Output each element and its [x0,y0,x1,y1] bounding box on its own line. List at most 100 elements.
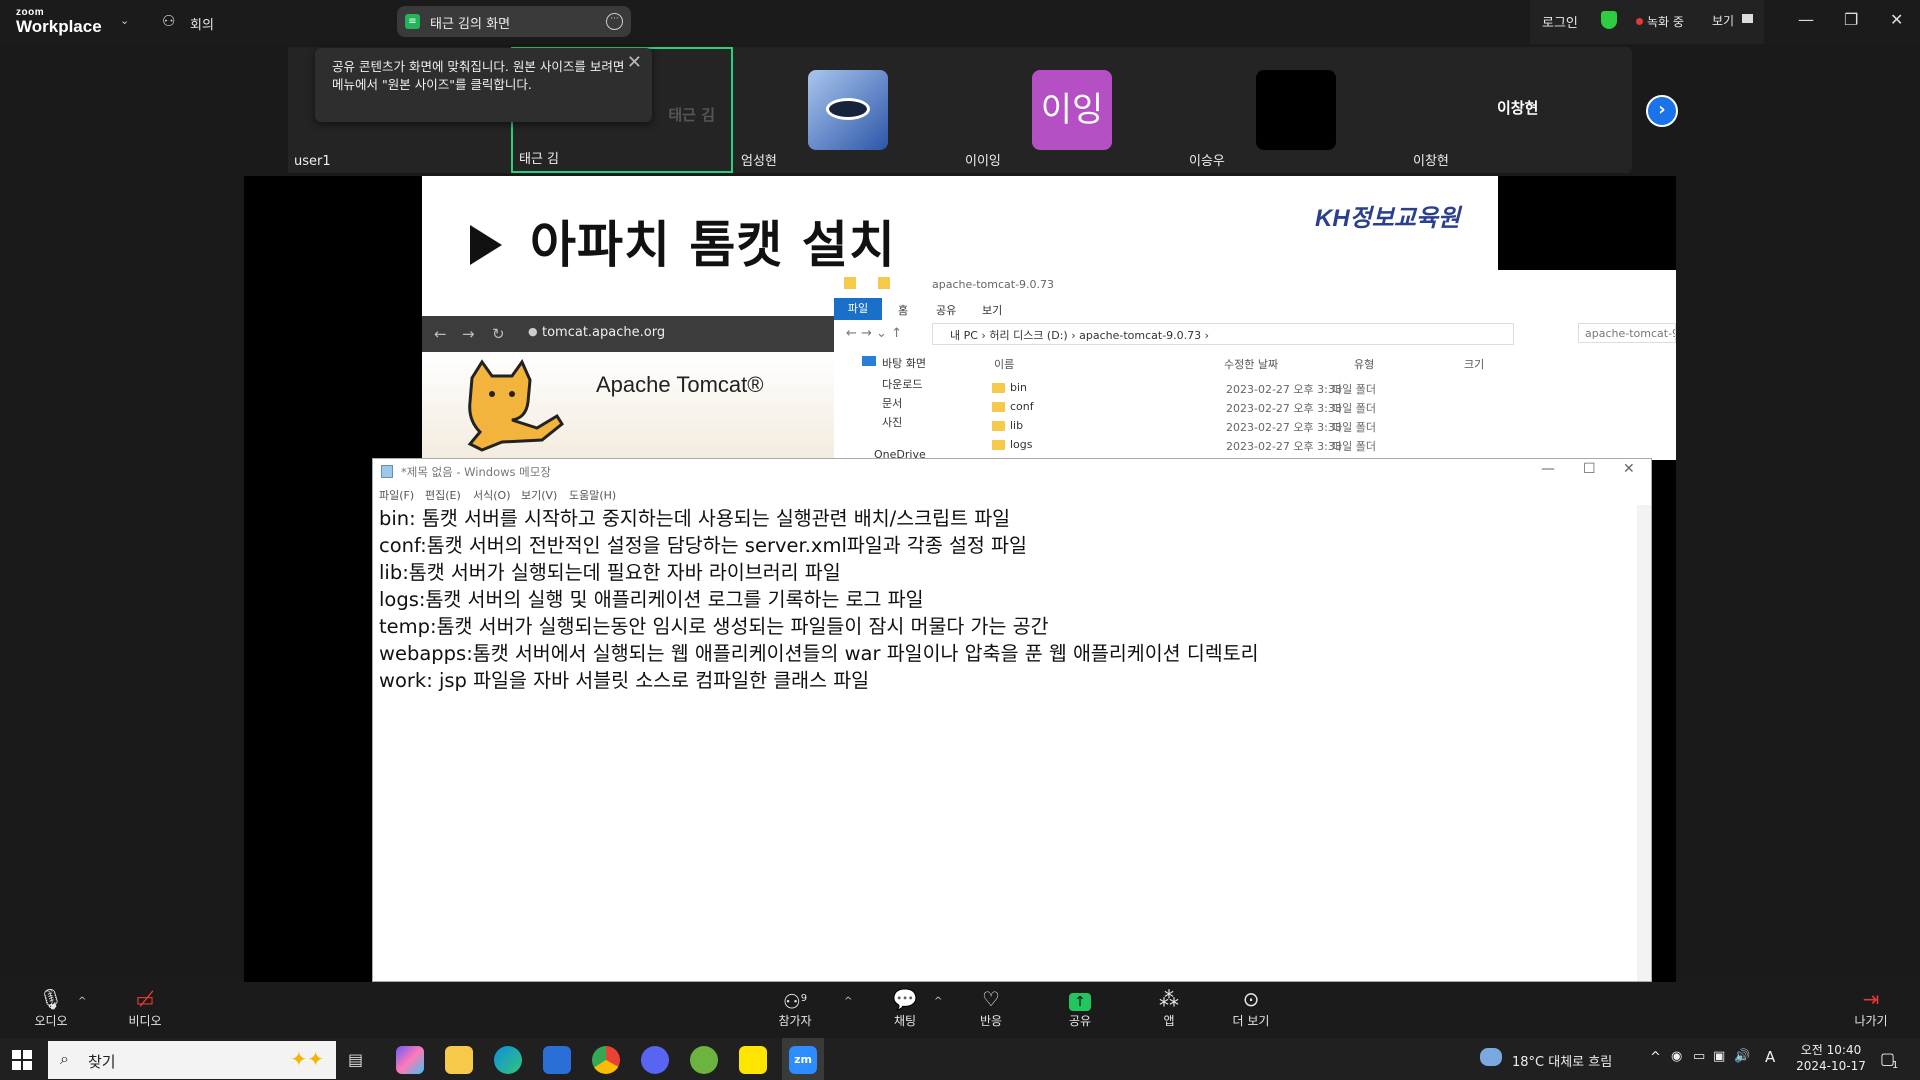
meeting-people-icon[interactable]: ⚇ [162,12,175,30]
url-text: tomcat.apache.org [542,325,666,340]
spring-tools-icon[interactable] [690,1046,718,1074]
participant-tile[interactable]: 이잉 이이잉 [959,47,1181,173]
participant-tile[interactable]: 이창현 이창현 [1407,47,1629,173]
next-page-button[interactable]: › [1646,95,1678,127]
meeting-label[interactable]: 회의 [190,14,214,33]
nav-item-documents[interactable]: 문서 [882,395,902,411]
breadcrumb-item[interactable]: 허리 디스크 (D:) [989,329,1067,342]
participants-icon: ⚇9 [782,989,808,1014]
reload-icon[interactable]: ↻ [492,325,505,343]
clock-date[interactable]: 2024-10-17 [1796,1059,1866,1073]
ribbon-tab-view[interactable]: 보기 [982,302,1002,318]
ribbon-tab-home[interactable]: 홈 [898,302,908,318]
breadcrumb-item[interactable]: 내 PC [950,329,978,342]
menu-edit[interactable]: 편집(E) [425,487,461,503]
column-header-name[interactable]: 이름 [994,356,1014,372]
ribbon-tab-file[interactable]: 파일 [834,298,882,320]
participant-tile[interactable]: 엄성현 [735,47,957,173]
explorer-search-input[interactable]: apache-tomcat-9.0 [1578,323,1676,343]
kakaotalk-icon[interactable] [739,1046,767,1074]
leave-button[interactable]: ⇥ 나가기 [1836,988,1906,1029]
chevron-up-icon[interactable]: ^ [934,996,942,1007]
back-arrow-icon[interactable]: ← [434,325,447,343]
edge-icon[interactable] [494,1046,522,1074]
copilot-icon[interactable] [396,1046,424,1074]
taskbar-search[interactable]: ⌕ 찾기 ✦✦ [48,1041,336,1079]
chat-button[interactable]: 💬 채팅 [870,988,940,1029]
network-icon[interactable]: ▣ [1713,1049,1725,1064]
list-item[interactable]: bin 2023-02-27 오후 3:33 파일 폴더 [992,380,1552,398]
notepad-text-area[interactable]: bin: 톰캣 서버를 시작하고 중지하는데 사용되는 실행관련 배치/스크립트… [379,505,1619,694]
list-item[interactable]: conf 2023-02-27 오후 3:33 파일 폴더 [992,399,1552,417]
chrome-icon[interactable] [592,1046,620,1074]
nav-item-desktop[interactable]: 바탕 화면 [882,355,926,371]
weather-text[interactable]: 18°C 대체로 흐림 [1512,1051,1612,1070]
folder-icon [992,440,1005,450]
menu-file[interactable]: 파일(F) [379,487,414,503]
chevron-up-icon[interactable]: ^ [844,996,852,1007]
file-type: 파일 폴더 [1332,383,1376,396]
menu-format[interactable]: 서식(O) [473,487,510,503]
restore-icon[interactable]: ☐ [1583,461,1596,477]
reactions-button[interactable]: ♡ 반응 [956,988,1026,1029]
more-options-icon[interactable]: ··· [606,13,623,30]
restore-icon[interactable]: ❐ [1844,10,1858,29]
more-button[interactable]: ⊙ 더 보기 [1216,988,1286,1029]
ribbon-tab-share[interactable]: 공유 [936,302,956,318]
view-button[interactable]: 보기 [1712,12,1734,29]
task-view-icon[interactable]: ▤ [348,1050,363,1069]
ime-indicator[interactable]: A [1765,1048,1775,1066]
zoom-tray-icon[interactable]: ◉ [1671,1049,1682,1064]
participant-name: 엄성현 [741,154,777,169]
clock-time[interactable]: 오전 10:40 [1796,1041,1866,1058]
file-name: lib [1010,419,1024,432]
file-date: 2023-02-27 오후 3:33 [1226,383,1342,396]
list-item[interactable]: logs 2023-02-27 오후 3:33 파일 폴더 [992,437,1552,455]
apps-icon: ⁂ [1159,987,1179,1011]
browser-address-bar[interactable]: ● tomcat.apache.org [524,322,834,346]
column-header-date[interactable]: 수정한 날짜 [1224,356,1278,372]
participant-name: 이창현 [1413,154,1449,169]
video-button[interactable]: ▭̸ 비디오 [110,988,180,1029]
share-button[interactable]: ↑ 공유 [1045,988,1115,1029]
nav-item-downloads[interactable]: 다운로드 [882,376,922,392]
volume-icon[interactable]: 🔊 [1734,1049,1750,1064]
forward-arrow-icon[interactable]: → [462,325,475,343]
apps-button[interactable]: ⁂ 앱 [1134,988,1204,1029]
minimize-icon[interactable]: — [1541,461,1555,477]
vertical-scrollbar[interactable] [1637,505,1651,981]
windows-start-icon[interactable] [12,1050,32,1070]
menu-view[interactable]: 보기(V) [521,487,557,503]
zoom-app-icon[interactable]: zm [789,1046,817,1074]
audio-button[interactable]: 🎙 오디오 [16,988,86,1029]
column-header-size[interactable]: 크기 [1464,356,1484,372]
chevron-down-icon[interactable]: ⌄ [120,14,129,27]
discord-icon[interactable] [641,1046,669,1074]
close-icon[interactable]: ✕ [1890,10,1903,29]
tray-chevron-icon[interactable]: ^ [1650,1050,1661,1065]
recording-status[interactable]: 녹화 중 [1647,13,1684,30]
breadcrumb-item[interactable]: apache-tomcat-9.0.73 [1079,329,1201,342]
login-button[interactable]: 로그인 [1542,12,1578,31]
participants-label: 참가자 [778,1014,812,1028]
store-icon[interactable] [543,1046,571,1074]
participants-button[interactable]: ⚇9 참가자 [760,988,830,1029]
close-icon[interactable]: ✕ [627,52,642,73]
close-icon[interactable]: ✕ [1623,461,1635,477]
display-icon[interactable]: ▭ [1693,1049,1705,1064]
notepad-window[interactable]: *제목 없음 - Windows 메모장 — ☐ ✕ 파일(F) 편집(E) 서… [372,458,1652,982]
file-explorer-icon[interactable] [445,1046,473,1074]
video-off-icon: ▭̸ [135,987,155,1011]
share-indicator-pill[interactable]: ≡ 태근 김의 화면 ··· [397,6,631,37]
column-header-type[interactable]: 유형 [1354,356,1374,372]
menu-help[interactable]: 도움말(H) [569,487,616,503]
participant-name: user1 [294,154,331,169]
back-arrow-icon[interactable]: ← → ⌄ ↑ [846,326,902,341]
search-icon: ⌕ [60,1049,69,1068]
slide-title: 아파치 톰캣 설치 [530,216,896,274]
minimize-icon[interactable]: — [1798,10,1814,29]
nav-item-pictures[interactable]: 사진 [882,414,902,430]
list-item[interactable]: lib 2023-02-27 오후 3:33 파일 폴더 [992,418,1552,436]
chevron-up-icon[interactable]: ^ [78,996,86,1007]
participant-tile[interactable]: 이승우 [1183,47,1405,173]
